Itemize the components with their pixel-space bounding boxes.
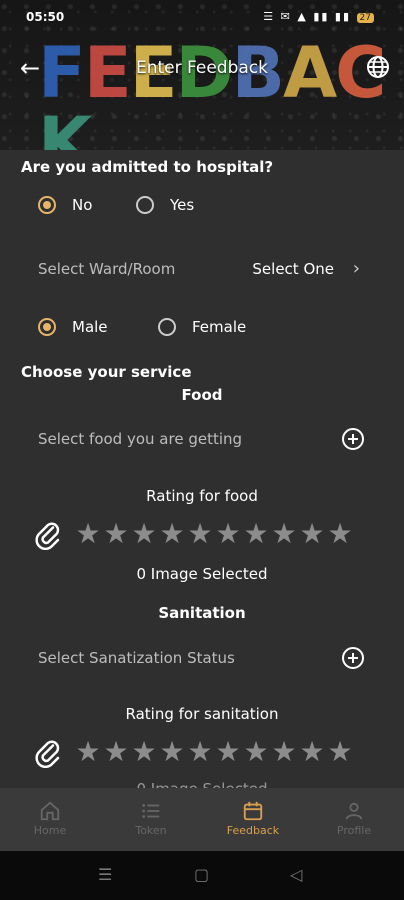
recent-apps-icon[interactable]: ☰ xyxy=(98,865,112,884)
chevron-right-icon[interactable]: › xyxy=(353,258,360,279)
admitted-yes-label: Yes xyxy=(170,196,195,214)
system-navigation-bar: ☰ ▢ ◁ xyxy=(0,851,404,900)
star-icon[interactable]: ★ xyxy=(103,738,129,766)
radio-selected-icon xyxy=(38,318,56,336)
back-triangle-icon[interactable]: ◁ xyxy=(290,865,302,884)
food-rating-stars[interactable]: ★ ★ ★ ★ ★ ★ ★ ★ ★ ★ xyxy=(75,520,353,548)
star-icon[interactable]: ★ xyxy=(243,738,269,766)
sanitation-heading: Sanitation xyxy=(158,604,246,622)
star-icon[interactable]: ★ xyxy=(215,738,241,766)
star-icon[interactable]: ★ xyxy=(271,738,297,766)
star-icon[interactable]: ★ xyxy=(215,520,241,548)
user-icon xyxy=(345,802,363,820)
star-icon[interactable]: ★ xyxy=(131,738,157,766)
nav-home-label: Home xyxy=(33,824,67,837)
food-rating-label: Rating for food xyxy=(146,487,258,505)
paperclip-icon[interactable] xyxy=(33,738,63,768)
admitted-question: Are you admitted to hospital? xyxy=(21,158,274,176)
status-icons-text: ☰ ✉ ▲ ▮▮ ▮▮ xyxy=(263,10,352,23)
admitted-no-label: No xyxy=(72,196,93,214)
nav-token-label: Token xyxy=(135,824,167,837)
star-icon[interactable]: ★ xyxy=(299,738,325,766)
star-icon[interactable]: ★ xyxy=(75,520,101,548)
globe-icon[interactable] xyxy=(366,55,390,79)
radio-unselected-icon xyxy=(158,318,176,336)
ward-select[interactable]: Select One xyxy=(252,260,334,278)
star-icon[interactable]: ★ xyxy=(159,520,185,548)
sanitation-rating-label: Rating for sanitation xyxy=(125,705,279,723)
radio-selected-icon xyxy=(38,196,56,214)
app-header: 05:50 ☰ ✉ ▲ ▮▮ ▮▮ 27 FEEDBACK ← Enter Fe… xyxy=(0,0,404,150)
choose-service-heading: Choose your service xyxy=(21,363,192,381)
star-icon[interactable]: ★ xyxy=(327,738,353,766)
battery-icon: 27 xyxy=(356,13,374,23)
sanitation-select[interactable]: Select Sanatization Status xyxy=(38,649,235,667)
star-icon[interactable]: ★ xyxy=(271,520,297,548)
nav-feedback[interactable]: Feedback xyxy=(213,800,293,837)
food-select[interactable]: Select food you are getting xyxy=(38,430,242,448)
home-icon xyxy=(40,801,60,821)
nav-token[interactable]: Token xyxy=(111,800,191,837)
nav-profile[interactable]: Profile xyxy=(314,800,394,837)
ward-label: Select Ward/Room xyxy=(38,260,176,278)
status-icons: ☰ ✉ ▲ ▮▮ ▮▮ 27 xyxy=(263,10,374,23)
feedback-banner-logo: FEEDBACK xyxy=(38,38,404,150)
banner-letter: K xyxy=(38,102,92,150)
status-time: 05:50 xyxy=(26,10,65,24)
nav-profile-label: Profile xyxy=(336,824,372,837)
star-icon[interactable]: ★ xyxy=(327,520,353,548)
feedback-form: Are you admitted to hospital? No Yes Sel… xyxy=(0,150,404,798)
food-heading: Food xyxy=(181,386,223,404)
star-icon[interactable]: ★ xyxy=(187,738,213,766)
gender-male-radio[interactable]: Male xyxy=(38,318,108,336)
star-icon[interactable]: ★ xyxy=(187,520,213,548)
star-icon[interactable]: ★ xyxy=(75,738,101,766)
add-circle-icon[interactable] xyxy=(341,646,365,670)
star-icon[interactable]: ★ xyxy=(159,738,185,766)
food-images-count: 0 Image Selected xyxy=(136,565,268,583)
page-title: Enter Feedback xyxy=(136,58,268,78)
gender-male-label: Male xyxy=(72,318,108,336)
status-bar: 05:50 ☰ ✉ ▲ ▮▮ ▮▮ 27 xyxy=(0,0,404,34)
list-icon xyxy=(142,804,160,818)
nav-home[interactable]: Home xyxy=(10,800,90,837)
star-icon[interactable]: ★ xyxy=(243,520,269,548)
radio-unselected-icon xyxy=(136,196,154,214)
gender-female-label: Female xyxy=(192,318,247,336)
sanitation-rating-stars[interactable]: ★ ★ ★ ★ ★ ★ ★ ★ ★ ★ xyxy=(75,738,353,766)
admitted-no-radio[interactable]: No xyxy=(38,196,92,214)
calendar-icon xyxy=(243,801,263,821)
home-circle-icon[interactable]: ▢ xyxy=(194,865,209,884)
star-icon[interactable]: ★ xyxy=(131,520,157,548)
star-icon[interactable]: ★ xyxy=(103,520,129,548)
add-circle-icon[interactable] xyxy=(341,427,365,451)
gender-female-radio[interactable]: Female xyxy=(158,318,246,336)
nav-feedback-label: Feedback xyxy=(226,824,280,837)
star-icon[interactable]: ★ xyxy=(299,520,325,548)
bottom-nav: Home Token Feedback Profile xyxy=(0,788,404,851)
paperclip-icon[interactable] xyxy=(33,520,63,550)
admitted-yes-radio[interactable]: Yes xyxy=(136,196,194,214)
